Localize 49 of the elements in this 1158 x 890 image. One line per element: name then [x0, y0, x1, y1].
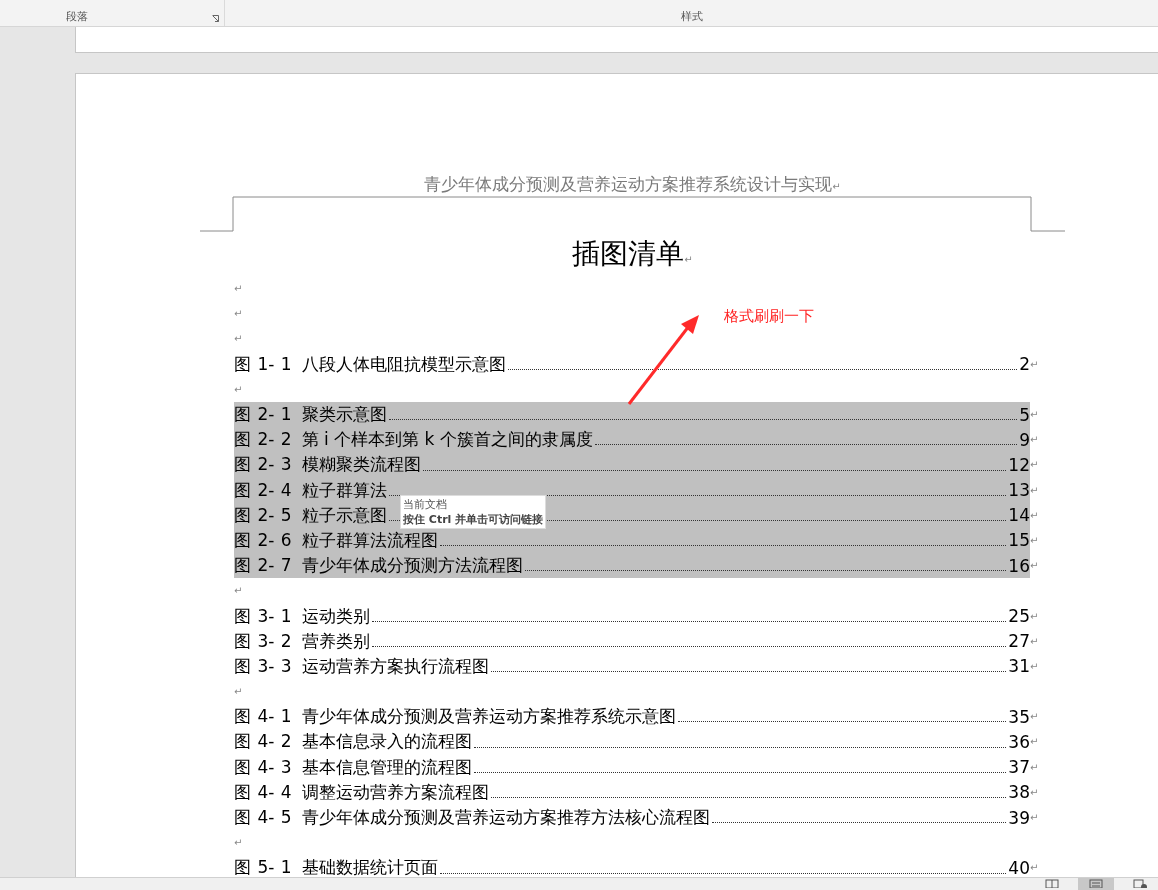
- figure-entry-link[interactable]: 图 4- 4 调整运动营养方案流程图 38: [234, 779, 1030, 805]
- figure-entry-link[interactable]: 图 2- 1 聚类示意图 5: [234, 401, 1030, 428]
- paragraph-mark: ↵: [1030, 534, 1039, 546]
- paragraph-mark: ↵: [1030, 409, 1039, 421]
- page-icon: [1089, 878, 1103, 888]
- figure-entry-link[interactable]: 图 2- 6 粒子群算法流程图 15: [234, 527, 1030, 554]
- list-title: 插图清单↵: [571, 236, 694, 272]
- paragraph-mark: ↵: [1030, 610, 1039, 622]
- paragraph-mark: ↵: [234, 686, 243, 698]
- book-icon: [1045, 878, 1059, 888]
- web-page-icon: [1133, 878, 1147, 888]
- paragraph-mark: ↵: [1030, 786, 1039, 798]
- paragraph-mark: ↵: [1030, 761, 1039, 773]
- paragraph-mark: ↵: [234, 383, 243, 395]
- paragraph-mark: ↵: [1030, 862, 1039, 874]
- figure-entry-link[interactable]: 图 4- 3 基本信息管理的流程图 37: [234, 754, 1030, 780]
- figure-entry-link[interactable]: 图 4- 5 青少年体成分预测及营养运动方案推荐方法核心流程图 39: [234, 804, 1030, 831]
- paragraph-mark: ↵: [1030, 635, 1039, 647]
- paragraph-mark: ↵: [1030, 509, 1039, 521]
- paragraph-mark: ↵: [1030, 660, 1039, 672]
- group-label: 段落: [66, 9, 88, 24]
- paragraph-mark: ↵: [1030, 812, 1039, 824]
- paragraph-mark: ↵: [234, 333, 243, 345]
- page-header: 青少年体成分预测及营养运动方案推荐系统设计与实现↵: [423, 173, 842, 196]
- dialog-launcher-icon[interactable]: [212, 15, 219, 22]
- paragraph-mark: ↵: [1030, 459, 1039, 471]
- figure-entry-link[interactable]: 图 3- 3 运动营养方案执行流程图 31: [234, 653, 1030, 679]
- paragraph-mark: ↵: [1030, 484, 1039, 496]
- paragraph-mark: ↵: [1030, 358, 1039, 370]
- figure-entry-link[interactable]: 图 1- 1 八段人体电阻抗模型示意图 2: [234, 351, 1030, 377]
- figure-entry-link[interactable]: 图 5- 1 基础数据统计页面 40: [234, 855, 1030, 877]
- annotation-text: 格式刷刷一下: [724, 307, 814, 326]
- paragraph-mark: ↵: [1030, 711, 1039, 723]
- figure-entry-link[interactable]: 图 3- 1 运动类别 25: [234, 603, 1030, 629]
- figure-entry-link[interactable]: 图 4- 1 青少年体成分预测及营养运动方案推荐系统示意图 35: [234, 704, 1030, 730]
- paragraph-mark: ↵: [1030, 560, 1039, 572]
- group-label: 样式: [680, 9, 703, 24]
- figure-entry-link[interactable]: 图 2- 2 第 i 个样本到第 k 个簇首之间的隶属度 9: [234, 427, 1030, 453]
- tooltip-hint: 按住 Ctrl 并单击可访问链接: [403, 512, 544, 527]
- figure-entry-link[interactable]: 图 3- 2 营养类别 27: [234, 628, 1030, 654]
- paragraph-mark: ↵: [234, 585, 243, 597]
- paragraph-mark: ↵: [234, 837, 243, 849]
- figure-entry-link[interactable]: 图 4- 2 基本信息录入的流程图 36: [234, 729, 1030, 755]
- figure-entry-link[interactable]: 图 2- 3 模糊聚类流程图 12: [234, 452, 1030, 478]
- paragraph-mark: ↵: [1030, 736, 1039, 748]
- paragraph-mark: ↵: [1030, 434, 1039, 446]
- paragraph-mark: ↵: [234, 283, 243, 295]
- figure-entry-link[interactable]: 图 2- 7 青少年体成分预测方法流程图 16: [234, 553, 1030, 579]
- paragraph-mark: ↵: [234, 308, 243, 320]
